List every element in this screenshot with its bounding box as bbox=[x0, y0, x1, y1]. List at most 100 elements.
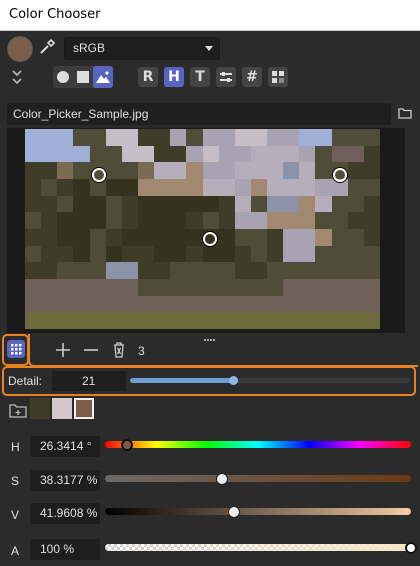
image-pixel bbox=[283, 129, 300, 146]
image-pixel bbox=[363, 228, 380, 246]
alpha-slider[interactable] bbox=[105, 544, 411, 551]
image-pixel bbox=[170, 312, 187, 329]
tab-hsv[interactable]: H bbox=[164, 67, 184, 87]
image-pixel bbox=[170, 245, 187, 263]
image-pixel bbox=[202, 312, 219, 329]
image-pixel bbox=[25, 162, 42, 179]
image-pixel bbox=[186, 178, 203, 196]
image-pixel bbox=[121, 262, 138, 279]
palette-swatch[interactable] bbox=[30, 398, 50, 419]
image-pixel bbox=[186, 195, 203, 213]
hue-slider-thumb[interactable] bbox=[121, 439, 134, 451]
mode-square-button[interactable] bbox=[73, 66, 93, 88]
image-pixel bbox=[202, 195, 219, 213]
pixelated-image[interactable] bbox=[25, 129, 380, 329]
image-pixel bbox=[25, 245, 42, 263]
value-input[interactable]: 41.9608 % bbox=[30, 503, 100, 524]
collapse-icon[interactable] bbox=[9, 68, 25, 86]
palette-grid-button[interactable] bbox=[7, 340, 25, 358]
chevron-down-icon bbox=[205, 46, 213, 51]
image-pixel bbox=[105, 278, 122, 296]
image-pixel bbox=[234, 129, 251, 146]
image-pixel bbox=[363, 278, 380, 296]
image-pixel bbox=[331, 129, 348, 146]
image-pixel bbox=[315, 129, 332, 146]
value-slider[interactable] bbox=[105, 508, 411, 515]
image-pixel bbox=[347, 312, 364, 329]
image-pixel bbox=[347, 145, 364, 163]
saturation-slider[interactable] bbox=[105, 475, 411, 482]
mode-image-button[interactable] bbox=[93, 66, 113, 88]
add-palette-folder-icon[interactable] bbox=[8, 400, 28, 420]
image-pixel bbox=[283, 195, 300, 213]
minus-icon[interactable] bbox=[82, 341, 100, 359]
image-pixel bbox=[315, 245, 332, 263]
image-pixel bbox=[170, 262, 187, 279]
image-pixel bbox=[25, 278, 42, 296]
image-pixel bbox=[363, 312, 380, 329]
mode-circle-button[interactable] bbox=[53, 66, 73, 88]
tab-hex[interactable]: # bbox=[242, 67, 262, 87]
alpha-input[interactable]: 100 % bbox=[30, 539, 100, 560]
detail-slider-thumb[interactable] bbox=[229, 376, 238, 385]
image-pixel bbox=[218, 212, 235, 229]
folder-icon[interactable] bbox=[398, 107, 412, 119]
trash-icon[interactable] bbox=[110, 341, 128, 359]
image-pixel bbox=[73, 295, 90, 313]
value-slider-thumb[interactable] bbox=[227, 506, 240, 518]
image-pixel bbox=[57, 195, 74, 213]
image-pixel bbox=[73, 212, 90, 229]
image-pixel bbox=[170, 212, 187, 229]
tab-swatches[interactable] bbox=[268, 67, 288, 87]
image-pixel bbox=[154, 129, 171, 146]
image-pixel bbox=[363, 212, 380, 229]
image-pixel bbox=[57, 278, 74, 296]
image-pixel bbox=[234, 178, 251, 196]
image-pixel bbox=[73, 129, 90, 146]
image-pixel bbox=[347, 262, 364, 279]
image-pixel bbox=[250, 312, 268, 329]
eyedropper-icon[interactable] bbox=[38, 38, 56, 56]
image-pixel bbox=[267, 312, 284, 329]
color-space-select[interactable]: sRGB bbox=[64, 37, 220, 60]
tab-text[interactable]: T bbox=[190, 67, 210, 87]
image-pixel bbox=[234, 278, 251, 296]
image-pixel bbox=[41, 262, 58, 279]
image-pixel bbox=[331, 245, 348, 263]
image-pixel bbox=[105, 178, 122, 196]
sample-handle[interactable] bbox=[203, 232, 217, 246]
current-color-swatch[interactable] bbox=[7, 36, 33, 62]
saturation-slider-thumb[interactable] bbox=[216, 473, 229, 485]
alpha-label: A bbox=[11, 544, 20, 558]
alpha-slider-thumb[interactable] bbox=[405, 542, 417, 554]
tab-sliders[interactable] bbox=[216, 67, 236, 87]
image-pixel bbox=[121, 245, 138, 263]
image-pixel bbox=[331, 278, 348, 296]
plus-icon[interactable] bbox=[54, 341, 72, 359]
palette-swatch-selected[interactable] bbox=[74, 398, 94, 419]
hue-slider[interactable] bbox=[105, 441, 411, 448]
image-pixel bbox=[137, 195, 155, 213]
image-pixel bbox=[186, 295, 203, 313]
tab-rgb[interactable]: R bbox=[138, 67, 158, 87]
file-path-field[interactable]: Color_Picker_Sample.jpg bbox=[7, 103, 391, 125]
image-pixel bbox=[186, 145, 203, 163]
sample-handle[interactable] bbox=[92, 168, 106, 182]
value-value: 41.9608 % bbox=[40, 506, 98, 520]
image-pixel bbox=[315, 312, 332, 329]
title-bar: Color Chooser bbox=[0, 0, 420, 31]
detail-slider[interactable] bbox=[130, 378, 410, 383]
image-pixel bbox=[25, 145, 42, 163]
saturation-input[interactable]: 38.3177 % bbox=[30, 470, 100, 491]
image-pixel bbox=[218, 278, 235, 296]
sample-handle[interactable] bbox=[333, 168, 347, 182]
detail-input[interactable]: 21 bbox=[52, 371, 126, 391]
image-pixel bbox=[218, 295, 235, 313]
image-pixel bbox=[347, 212, 364, 229]
hue-input[interactable]: 26.3414 ° bbox=[30, 436, 100, 457]
image-pixel bbox=[121, 295, 138, 313]
palette-swatch[interactable] bbox=[52, 398, 72, 419]
sliders-icon bbox=[220, 72, 232, 82]
image-pixel bbox=[315, 278, 332, 296]
image-pixel bbox=[218, 228, 235, 246]
